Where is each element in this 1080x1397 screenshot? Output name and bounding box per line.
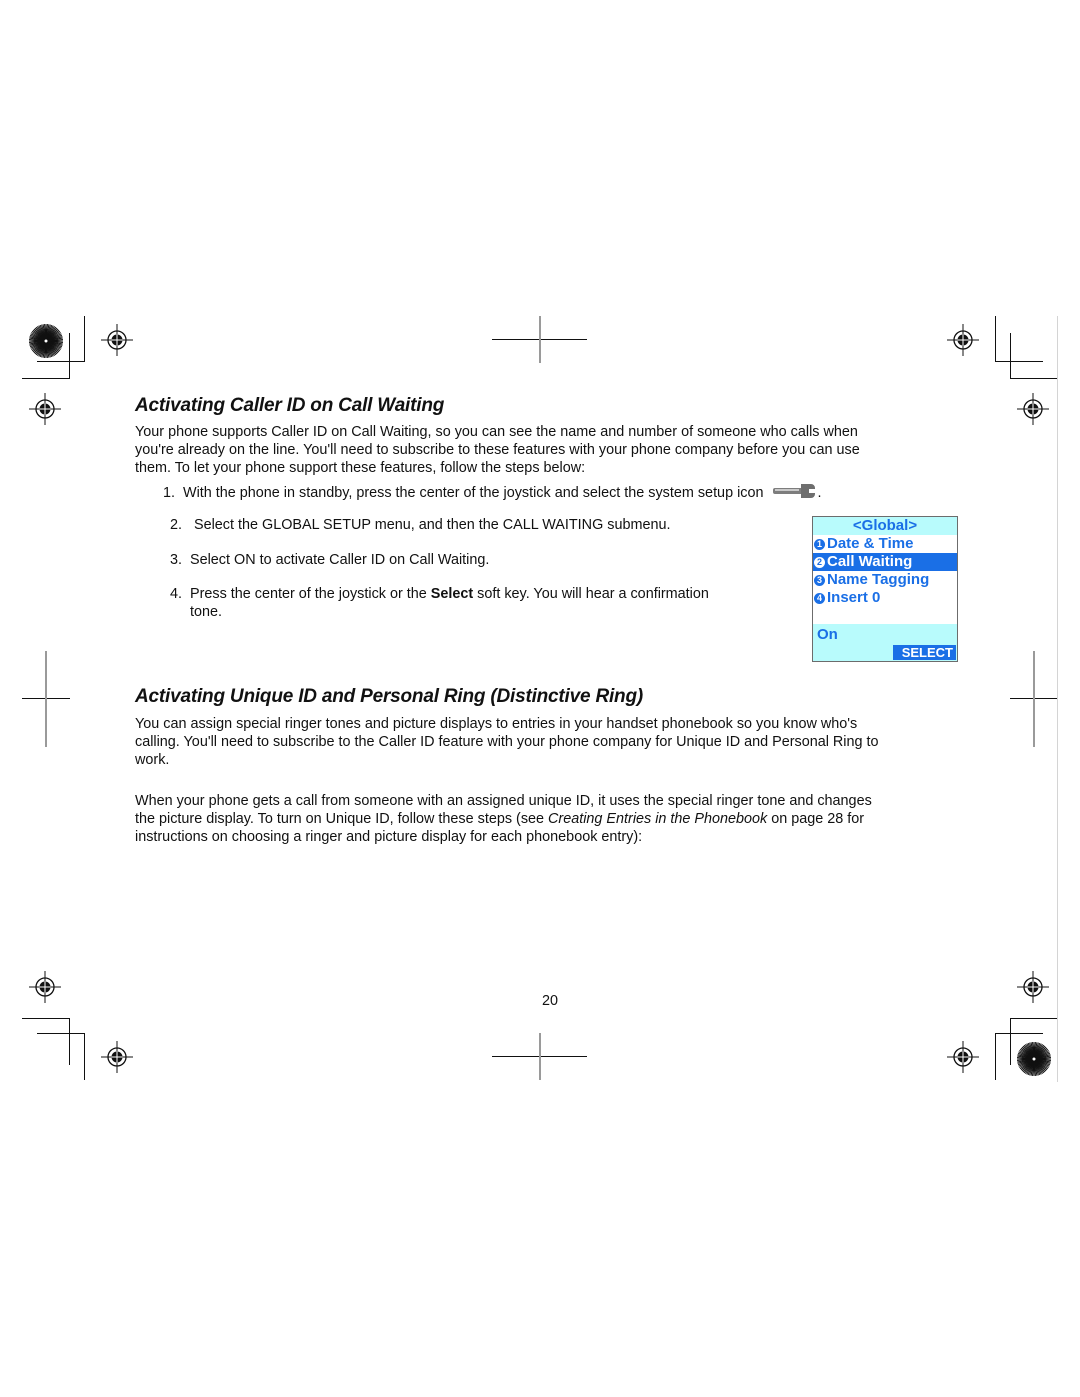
section-heading-caller-id: Activating Caller ID on Call Waiting xyxy=(135,395,445,416)
cross-reference: Creating Entries in the Phonebook xyxy=(548,811,768,828)
registration-target-icon xyxy=(1017,393,1049,425)
step-1: 1. With the phone in standby, press the c… xyxy=(163,482,821,502)
section2-paragraph-1: You can assign special ringer tones and … xyxy=(135,716,879,769)
phone-menu-item-insert-0: 4 Insert 0 xyxy=(813,589,957,607)
number-badge-icon: 1 xyxy=(814,538,825,550)
section1-intro: Your phone supports Caller ID on Call Wa… xyxy=(135,424,860,477)
phone-menu-item-name-tagging: 3 Name Tagging xyxy=(813,571,957,589)
registration-target-icon xyxy=(101,324,133,356)
phone-status-panel: On SELECT xyxy=(813,624,957,661)
step-3: 3. Select ON to activate Caller ID on Cal… xyxy=(170,552,490,568)
page-number: 20 xyxy=(541,993,558,1009)
section2-paragraph-2: When your phone gets a call from someone… xyxy=(135,793,872,846)
registration-target-icon xyxy=(947,324,979,356)
phone-menu-title: <Global> xyxy=(813,517,957,535)
registration-starburst-icon xyxy=(29,324,63,358)
registration-target-icon xyxy=(1017,971,1049,1003)
step-2: 2. Select the GLOBAL SETUP menu, and the… xyxy=(170,517,671,533)
phone-select-softkey: SELECT xyxy=(893,645,956,660)
phone-current-value: On xyxy=(817,626,838,643)
number-badge-icon: 3 xyxy=(814,574,825,586)
phone-menu-item-date-time: 1 Date & Time xyxy=(813,535,957,553)
registration-target-icon xyxy=(101,1041,133,1073)
phone-screen-illustration: <Global> 1 Date & Time 2 Call Waiting 3 Nam… xyxy=(812,516,958,662)
registration-starburst-icon xyxy=(1017,1042,1051,1076)
number-badge-icon: 4 xyxy=(814,592,825,604)
section-heading-unique-id: Activating Unique ID and Personal Ring (… xyxy=(135,686,643,707)
registration-target-icon xyxy=(29,971,61,1003)
step-4: 4. Press the center of the joystick or th… xyxy=(170,586,709,621)
phone-menu-item-call-waiting: 2 Call Waiting xyxy=(813,553,957,571)
registration-target-icon xyxy=(29,393,61,425)
number-badge-icon: 2 xyxy=(814,556,825,568)
wrench-icon xyxy=(773,484,816,498)
registration-target-icon xyxy=(947,1041,979,1073)
